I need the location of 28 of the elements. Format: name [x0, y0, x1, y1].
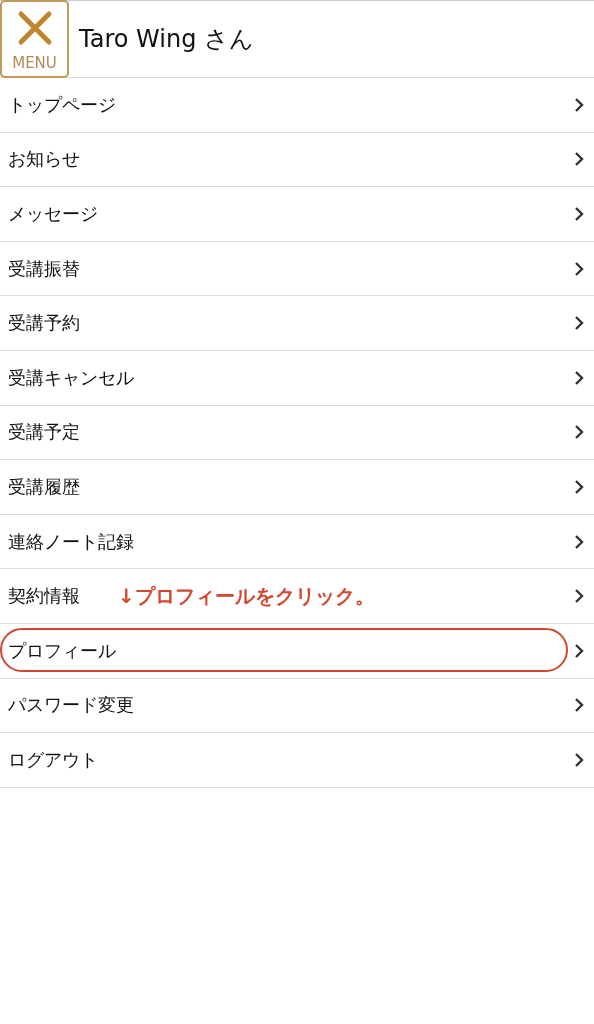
- annotation-text: ↓プロフィールをクリック。: [118, 582, 375, 610]
- menu-item[interactable]: 契約情報: [8, 584, 80, 609]
- chevron-right-icon: [574, 96, 584, 113]
- menu-item[interactable]: メッセージ: [8, 202, 98, 226]
- chevron-right-icon: [574, 315, 584, 332]
- menu-item[interactable]: お知らせ: [8, 147, 80, 172]
- chevron-right-icon: [574, 478, 584, 495]
- menu-item[interactable]: パスワード変更: [8, 693, 134, 718]
- chevron-right-icon: [574, 151, 584, 168]
- menu-item[interactable]: プロフィール: [8, 638, 116, 663]
- chevron-right-icon: [574, 642, 584, 659]
- menu-item[interactable]: トップページ: [8, 92, 116, 117]
- menu-item[interactable]: 受講予定: [8, 420, 80, 445]
- chevron-right-icon: [574, 533, 584, 550]
- chevron-right-icon: [574, 260, 584, 277]
- menu-item[interactable]: ログアウト: [8, 747, 98, 772]
- menu-item[interactable]: 受講キャンセル: [8, 365, 134, 390]
- chevron-right-icon: [574, 369, 584, 386]
- chevron-right-icon: [574, 424, 584, 441]
- chevron-right-icon: [574, 588, 584, 605]
- chevron-right-icon: [574, 751, 584, 768]
- chevron-right-icon: [574, 697, 584, 714]
- chevron-right-icon: [574, 206, 584, 222]
- menu-item[interactable]: 受講振替: [8, 256, 80, 281]
- menu-item[interactable]: 受講予約: [8, 311, 80, 336]
- menu-item[interactable]: 受講履歴: [8, 474, 80, 499]
- user-name: Taro Wing さん: [79, 24, 254, 55]
- menu-item[interactable]: 連絡ノート記録: [8, 529, 134, 554]
